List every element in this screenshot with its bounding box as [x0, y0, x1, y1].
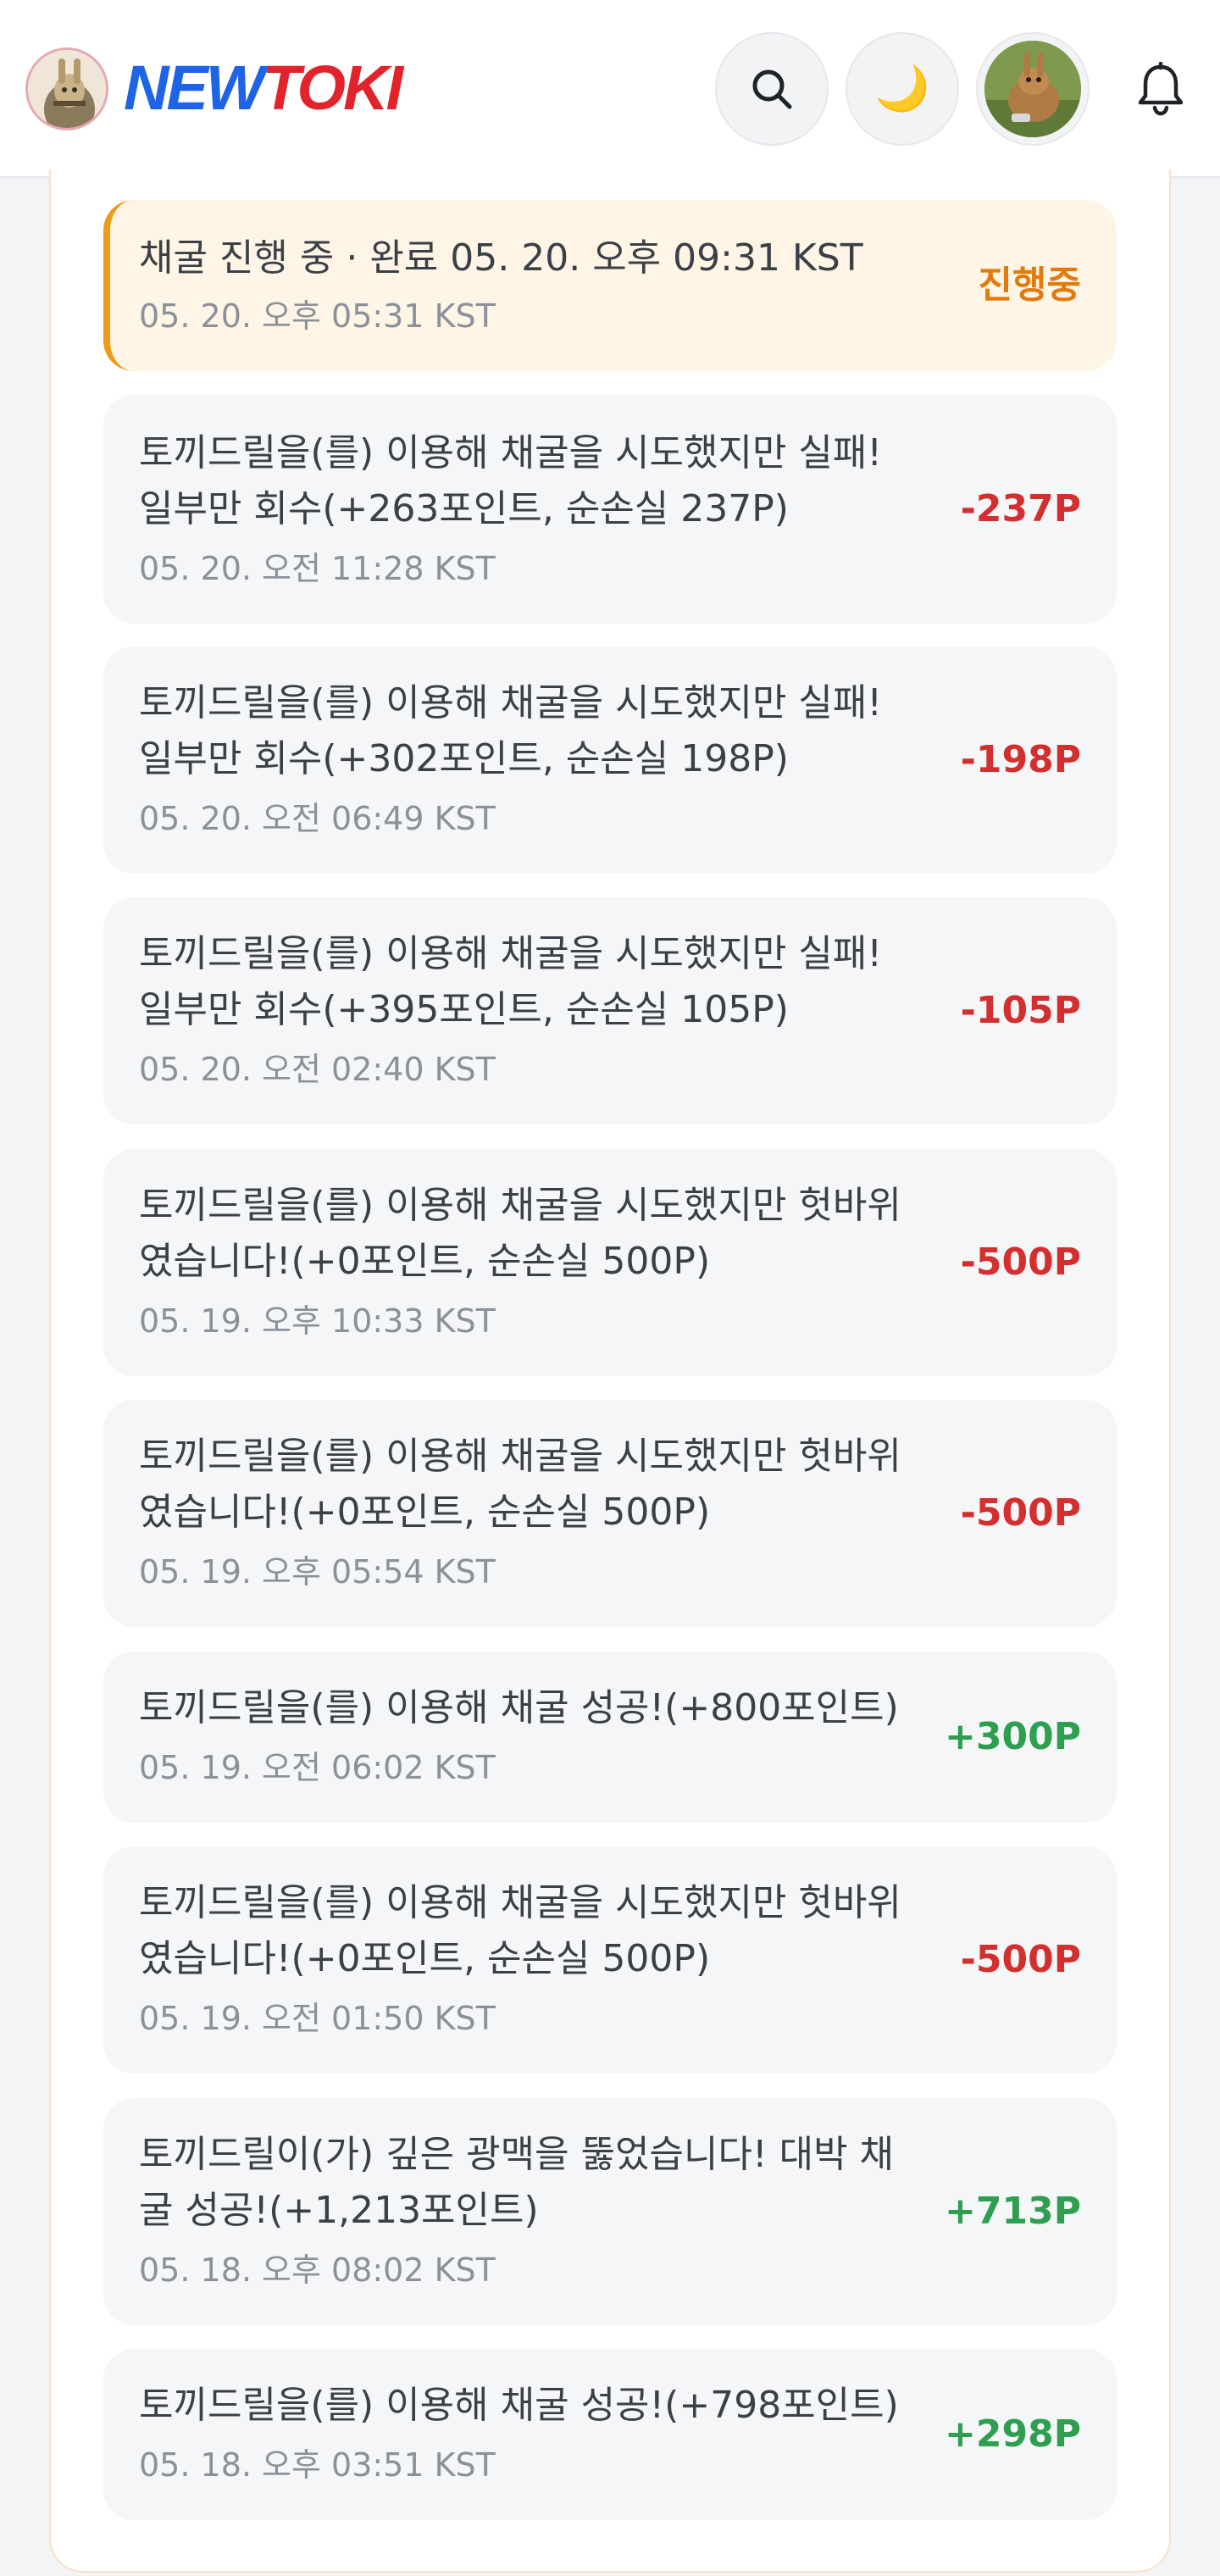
- entry-amount: -500P: [960, 1491, 1081, 1535]
- entry-message-line2: 일부만 회수(+395포인트, 순손실 105P): [139, 988, 789, 1031]
- mining-entry[interactable]: 토끼드릴을(를) 이용해 채굴을 시도했지만 헛바위 였습니다!(+0포인트, …: [103, 1400, 1117, 1627]
- entry-message-line2: 였습니다!(+0포인트, 순손실 500P): [139, 1240, 711, 1283]
- entry-timestamp: 05. 19. 오전 06:02 KST: [139, 1749, 496, 1786]
- user-avatar-button[interactable]: [976, 32, 1090, 146]
- entry-timestamp: 05. 20. 오전 11:28 KST: [139, 550, 496, 587]
- entry-message-line2: 였습니다!(+0포인트, 순손실 500P): [139, 1937, 711, 1980]
- entry-message-line1: 토끼드릴을(를) 이용해 채굴을 시도했지만 실패!: [139, 431, 883, 475]
- entry-message-line2: 일부만 회수(+263포인트, 순손실 237P): [139, 487, 789, 530]
- entry-timestamp: 05. 19. 오후 10:33 KST: [139, 1302, 496, 1340]
- entry-amount: +713P: [945, 2190, 1081, 2233]
- entry-timestamp: 05. 18. 오후 08:02 KST: [139, 2251, 496, 2289]
- entry-message-line1: 토끼드릴을(를) 이용해 채굴을 시도했지만 헛바위: [139, 1184, 901, 1227]
- mining-entry[interactable]: 토끼드릴을(를) 이용해 채굴을 시도했지만 헛바위 였습니다!(+0포인트, …: [103, 1846, 1117, 2074]
- search-icon: [752, 69, 792, 109]
- mining-entry[interactable]: 토끼드릴을(를) 이용해 채굴을 시도했지만 실패! 일부만 회수(+302포인…: [103, 647, 1117, 874]
- site-logo-image[interactable]: [25, 47, 108, 130]
- logo-new: NEW: [124, 53, 265, 123]
- entry-amount: -237P: [960, 487, 1081, 530]
- entry-amount: -500P: [960, 1938, 1081, 1981]
- mining-entry-pending[interactable]: 채굴 진행 중 · 완료 05. 20. 오후 09:31 KST 05. 20…: [103, 200, 1117, 371]
- entry-amount: +298P: [945, 2412, 1081, 2456]
- bell-icon: [1138, 62, 1184, 116]
- mining-entry[interactable]: 토끼드릴을(를) 이용해 채굴을 시도했지만 헛바위 였습니다!(+0포인트, …: [103, 1149, 1117, 1376]
- mining-entry[interactable]: 토끼드릴을(를) 이용해 채굴 성공!(+800포인트) 05. 19. 오전 …: [103, 1652, 1117, 1823]
- mining-entry[interactable]: 토끼드릴을(를) 이용해 채굴을 시도했지만 실패! 일부만 회수(+395포인…: [103, 897, 1117, 1124]
- entry-timestamp: 05. 20. 오전 02:40 KST: [139, 1051, 496, 1088]
- entry-amount: -105P: [960, 989, 1081, 1032]
- entry-timestamp: 05. 20. 오후 05:31 KST: [139, 297, 496, 335]
- entry-message-line2: 굴 성공!(+1,213포인트): [139, 2189, 539, 2232]
- search-button[interactable]: [715, 32, 829, 146]
- entry-message: 토끼드릴을(를) 이용해 채굴 성공!(+800포인트): [139, 1686, 899, 1729]
- entry-message-line2: 였습니다!(+0포인트, 순손실 500P): [139, 1491, 711, 1534]
- entry-timestamp: 05. 20. 오전 06:49 KST: [139, 800, 496, 837]
- entry-amount: +300P: [945, 1715, 1081, 1758]
- entry-message-line1: 토끼드릴을(를) 이용해 채굴을 시도했지만 헛바위: [139, 1435, 901, 1478]
- notifications-button[interactable]: [1125, 54, 1196, 125]
- entry-message: 토끼드릴을(를) 이용해 채굴 성공!(+798포인트): [139, 2384, 899, 2427]
- entry-timestamp: 05. 18. 오후 03:51 KST: [139, 2446, 496, 2484]
- mining-entry[interactable]: 토끼드릴을(를) 이용해 채굴 성공!(+798포인트) 05. 18. 오후 …: [103, 2349, 1117, 2520]
- mining-entry[interactable]: 토끼드릴이(가) 깊은 광맥을 뚫었습니다! 대박 채 굴 성공!(+1,213…: [103, 2098, 1117, 2325]
- entry-message-line1: 토끼드릴을(를) 이용해 채굴을 시도했지만 실패!: [139, 932, 883, 975]
- entry-message-line1: 토끼드릴을(를) 이용해 채굴을 시도했지만 헛바위: [139, 1881, 901, 1924]
- theme-toggle-button[interactable]: 🌙: [846, 32, 959, 146]
- entry-amount: -198P: [960, 738, 1081, 781]
- avatar: [984, 41, 1081, 137]
- entry-amount: -500P: [960, 1241, 1081, 1284]
- mining-entry[interactable]: 토끼드릴을(를) 이용해 채굴을 시도했지만 실패! 일부만 회수(+263포인…: [103, 395, 1117, 624]
- logo-toki: TOKI: [262, 53, 403, 123]
- site-logo-text[interactable]: NEWTOKI: [124, 49, 403, 127]
- entry-message-line1: 토끼드릴을(를) 이용해 채굴을 시도했지만 실패!: [139, 681, 883, 724]
- top-header: NEWTOKI 🌙: [0, 0, 1220, 178]
- entry-message-line2: 일부만 회수(+302포인트, 순손실 198P): [139, 737, 789, 780]
- entry-timestamp: 05. 19. 오전 01:50 KST: [139, 2000, 496, 2037]
- entry-status: 진행중: [978, 264, 1081, 307]
- moon-icon: 🌙: [874, 64, 930, 114]
- entry-timestamp: 05. 19. 오후 05:54 KST: [139, 1553, 496, 1591]
- entry-message-line1: 토끼드릴이(가) 깊은 광맥을 뚫었습니다! 대박 채: [139, 2133, 895, 2176]
- entry-message: 채굴 진행 중 · 완료 05. 20. 오후 09:31 KST: [139, 236, 863, 280]
